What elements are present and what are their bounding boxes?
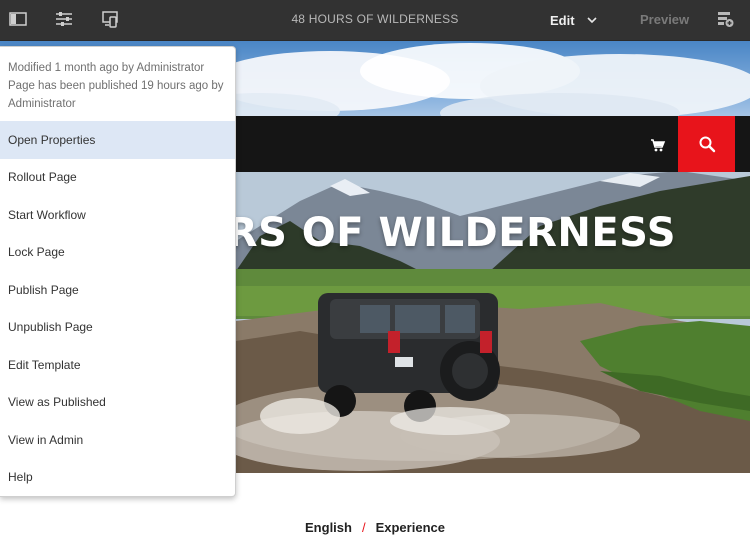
- annotate-icon[interactable]: [714, 8, 736, 30]
- page-status: Modified 1 month ago by Administrator Pa…: [0, 47, 235, 121]
- mode-selector[interactable]: Edit: [550, 9, 597, 31]
- breadcrumb-item-experience[interactable]: Experience: [376, 520, 445, 535]
- menu-item-open-properties[interactable]: Open Properties: [0, 121, 235, 159]
- menu-item-help[interactable]: Help: [0, 459, 235, 497]
- menu-item-publish-page[interactable]: Publish Page: [0, 271, 235, 309]
- menu-item-unpublish-page[interactable]: Unpublish Page: [0, 309, 235, 347]
- breadcrumb: English / Experience: [0, 520, 750, 535]
- menu-item-view-in-admin[interactable]: View in Admin: [0, 421, 235, 459]
- editor-toolbar: 48 HOURS OF WILDERNESS Edit Preview: [0, 0, 750, 41]
- side-panel-icon[interactable]: [7, 8, 29, 30]
- emulator-icon[interactable]: [99, 8, 121, 30]
- menu-item-rollout-page[interactable]: Rollout Page: [0, 159, 235, 197]
- breadcrumb-item-english[interactable]: English: [305, 520, 352, 535]
- chevron-down-icon: [586, 16, 597, 23]
- menu-item-view-as-published[interactable]: View as Published: [0, 384, 235, 422]
- page-information-menu: Modified 1 month ago by Administrator Pa…: [0, 46, 236, 497]
- mode-label: Edit: [550, 12, 575, 28]
- modified-status: Modified 1 month ago by Administrator: [8, 62, 205, 74]
- preview-button[interactable]: Preview: [640, 12, 689, 27]
- cart-icon[interactable]: [650, 137, 666, 153]
- page-information-icon[interactable]: [53, 8, 75, 30]
- menu-item-start-workflow[interactable]: Start Workflow: [0, 196, 235, 234]
- site-search-button[interactable]: [678, 116, 735, 172]
- editor-page: 48 HOURS OF WILDERNESS English / Experienc…: [0, 0, 750, 553]
- menu-item-lock-page[interactable]: Lock Page: [0, 234, 235, 272]
- menu-item-edit-template[interactable]: Edit Template: [0, 346, 235, 384]
- breadcrumb-separator: /: [361, 520, 366, 535]
- published-status: Page has been published 19 hours ago by …: [8, 80, 224, 110]
- search-icon: [699, 136, 715, 153]
